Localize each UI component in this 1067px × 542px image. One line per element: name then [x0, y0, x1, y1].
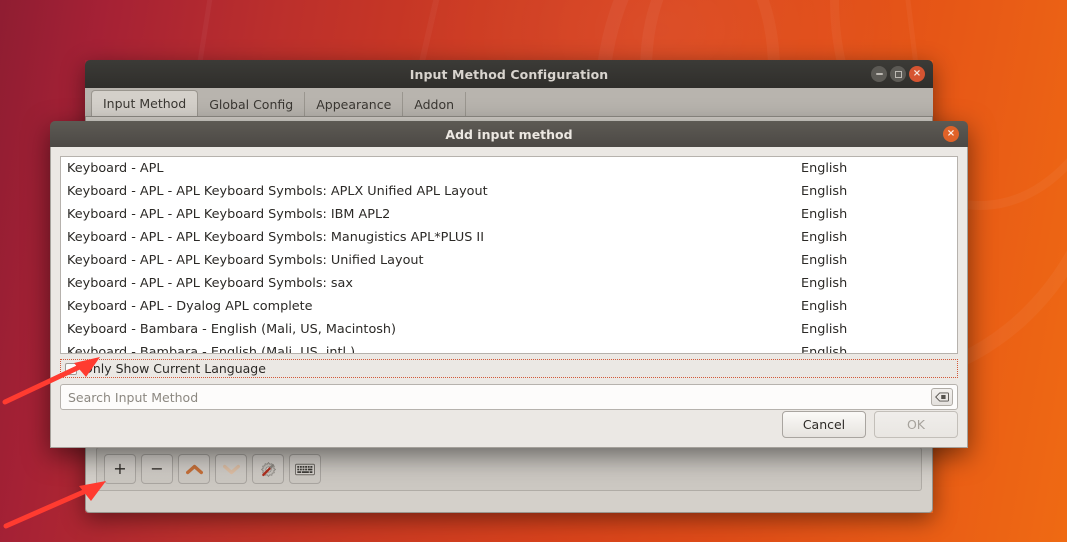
tab-addon[interactable]: Addon	[403, 92, 467, 116]
only-show-current-language-row[interactable]: Only Show Current Language	[60, 359, 958, 378]
input-method-name: Keyboard - APL - APL Keyboard Symbols: M…	[67, 230, 484, 245]
input-method-list-row[interactable]: Keyboard - APL - APL Keyboard Symbols: M…	[61, 226, 957, 249]
tab-label: Addon	[414, 96, 455, 112]
tab-label: Appearance	[316, 96, 392, 112]
input-method-list-row[interactable]: Keyboard - APL - APL Keyboard Symbols: s…	[61, 272, 957, 295]
clear-search-icon[interactable]	[931, 388, 953, 406]
maximize-icon[interactable]	[890, 66, 906, 82]
input-method-list-row[interactable]: Keyboard - Bambara - English (Mali, US, …	[61, 318, 957, 341]
tab-label: Input Method	[103, 96, 187, 111]
window-title: Input Method Configuration	[409, 66, 609, 82]
input-method-name: Keyboard - APL	[67, 161, 164, 176]
tab-bar: Input Method Global Config Appearance Ad…	[85, 88, 933, 117]
input-method-name: Keyboard - APL - APL Keyboard Symbols: s…	[67, 276, 353, 291]
configure-button[interactable]	[252, 454, 284, 484]
gear-screwdriver-icon	[260, 461, 276, 477]
ok-button[interactable]: OK	[874, 411, 958, 438]
input-method-name: Keyboard - APL - APL Keyboard Symbols: I…	[67, 207, 391, 222]
input-method-name: Keyboard - APL - APL Keyboard Symbols: U…	[67, 253, 424, 268]
dialog-title: Add input method	[445, 126, 573, 142]
input-method-language: English	[801, 345, 848, 354]
tab-label: Global Config	[209, 96, 294, 112]
chevron-down-icon	[222, 464, 240, 474]
search-input-method-field[interactable]	[60, 384, 958, 410]
input-method-language: English	[801, 322, 848, 337]
input-method-language: English	[801, 253, 848, 268]
input-method-language: English	[801, 207, 848, 222]
chevron-up-icon	[185, 464, 203, 474]
dialog-titlebar[interactable]: Add input method ×	[50, 121, 968, 147]
input-method-language: English	[801, 161, 848, 176]
input-method-list-row[interactable]: Keyboard - APL English	[61, 157, 957, 180]
tab-global-config[interactable]: Global Config	[198, 92, 306, 116]
input-method-list-row[interactable]: Keyboard - APL - APL Keyboard Symbols: I…	[61, 203, 957, 226]
add-input-method-dialog: Add input method × Keyboard - APL English…	[50, 121, 968, 448]
input-method-language: English	[801, 184, 848, 199]
tab-input-method[interactable]: Input Method	[91, 90, 199, 116]
input-method-list-row[interactable]: Keyboard - APL - Dyalog APL complete Engl…	[61, 295, 957, 318]
input-method-name: Keyboard - Bambara - English (Mali, US, …	[67, 345, 356, 354]
input-method-language: English	[801, 299, 848, 314]
minimize-icon[interactable]	[871, 66, 887, 82]
tab-appearance[interactable]: Appearance	[305, 92, 404, 116]
move-down-button[interactable]	[215, 454, 247, 484]
input-method-list-row[interactable]: Keyboard - APL - APL Keyboard Symbols: A…	[61, 180, 957, 203]
input-method-list[interactable]: Keyboard - APL English Keyboard - APL - AP…	[60, 156, 958, 354]
plus-icon: +	[113, 459, 127, 478]
dialog-close-icon[interactable]: ×	[943, 126, 959, 142]
move-up-button[interactable]	[178, 454, 210, 484]
input-method-toolbar: + −	[96, 447, 922, 491]
window-titlebar[interactable]: Input Method Configuration ×	[85, 60, 933, 88]
cancel-button[interactable]: Cancel	[782, 411, 866, 438]
dialog-button-row: Cancel OK	[782, 411, 958, 438]
input-method-list-row[interactable]: Keyboard - APL - APL Keyboard Symbols: U…	[61, 249, 957, 272]
window-controls: ×	[871, 60, 925, 88]
keyboard-icon	[295, 463, 315, 475]
remove-input-method-button[interactable]: −	[141, 454, 173, 484]
only-show-current-language-checkbox[interactable]	[65, 362, 77, 375]
input-method-language: English	[801, 276, 848, 291]
minus-icon: −	[150, 459, 164, 478]
dialog-body: Keyboard - APL English Keyboard - APL - AP…	[50, 147, 968, 448]
keyboard-layout-button[interactable]	[289, 454, 321, 484]
input-method-language: English	[801, 230, 848, 245]
close-icon[interactable]: ×	[909, 66, 925, 82]
input-method-name: Keyboard - APL - APL Keyboard Symbols: A…	[67, 184, 488, 199]
input-method-name: Keyboard - Bambara - English (Mali, US, …	[67, 322, 397, 337]
only-show-current-language-label: Only Show Current Language	[83, 361, 266, 376]
input-method-list-row[interactable]: Keyboard - Bambara - English (Mali, US, …	[61, 341, 957, 354]
input-method-name: Keyboard - APL - Dyalog APL complete	[67, 299, 313, 314]
backspace-icon	[935, 392, 949, 402]
add-input-method-button[interactable]: +	[104, 454, 136, 484]
search-input[interactable]	[68, 389, 931, 405]
